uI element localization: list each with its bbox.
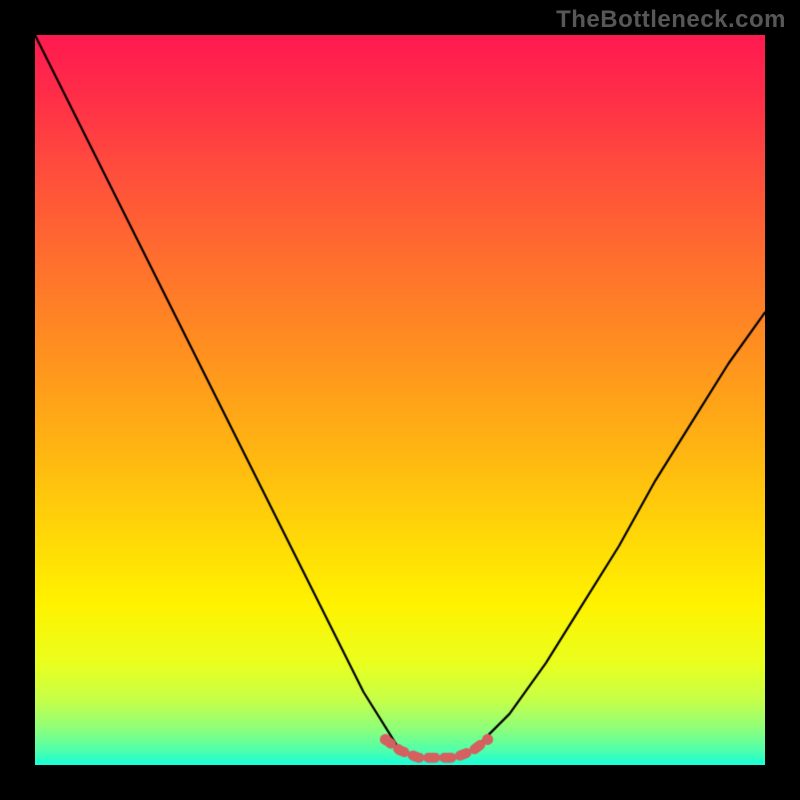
curve-layer bbox=[35, 35, 765, 765]
watermark-text: TheBottleneck.com bbox=[556, 6, 786, 34]
chart-frame: TheBottleneck.com bbox=[0, 0, 800, 800]
plot-area bbox=[35, 35, 765, 765]
